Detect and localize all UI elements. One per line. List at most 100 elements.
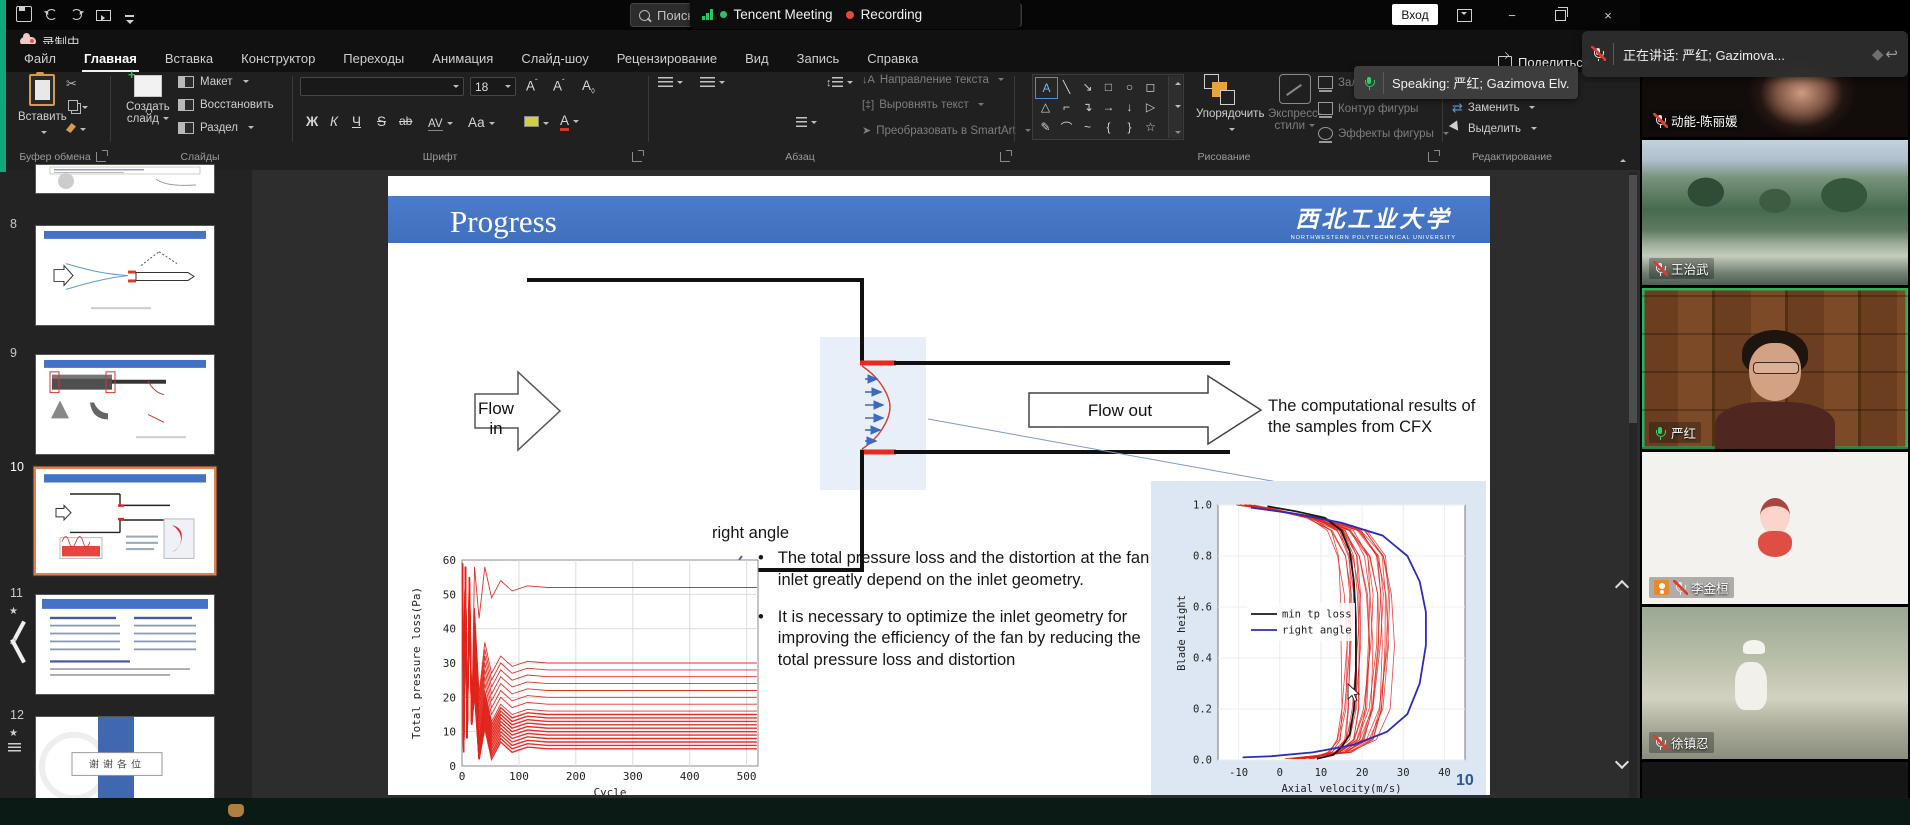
clear-formatting-button[interactable]: A◊ <box>582 78 595 96</box>
shrink-font-button[interactable]: Aˇ <box>553 78 565 94</box>
shape-glyph-17[interactable]: } <box>1119 117 1140 137</box>
shape-glyph-1[interactable]: A <box>1035 77 1058 99</box>
shape-glyph-12[interactable]: ▷ <box>1140 97 1161 117</box>
slide-7-thumbnail-partial[interactable] <box>36 165 214 193</box>
participant-tile-王治武[interactable]: 王治武 <box>1642 140 1908 285</box>
redo-icon[interactable] <box>71 9 82 20</box>
tencent-meeting-pill[interactable]: Tencent Meeting Recording <box>690 0 1020 29</box>
shape-glyph-16[interactable]: { <box>1098 117 1119 137</box>
quick-styles-button[interactable]: Экспресс- стили <box>1268 74 1322 132</box>
align-text-button[interactable]: [‡]Выровнять текст <box>862 99 984 111</box>
slide-8-thumbnail[interactable] <box>36 226 214 325</box>
text-highlight-button[interactable] <box>524 114 549 132</box>
slide-10-thumbnail[interactable] <box>36 469 214 573</box>
collapse-ribbon-icon[interactable] <box>1620 156 1626 162</box>
clipboard-dialog-launcher-icon[interactable] <box>96 152 106 162</box>
customize-qat-icon[interactable] <box>125 15 134 17</box>
scroll-up-button[interactable] <box>1613 576 1630 593</box>
arrange-button[interactable]: Упорядочить <box>1196 74 1264 138</box>
tab-Файл[interactable]: Файл <box>10 44 70 72</box>
columns-button[interactable] <box>796 117 817 129</box>
numbering-button[interactable] <box>700 77 725 89</box>
font-size-combo[interactable]: 18 <box>470 77 516 96</box>
undo-icon[interactable] <box>46 9 57 20</box>
cut-button[interactable]: ✂ <box>66 76 77 92</box>
font-dialog-launcher-icon[interactable] <box>632 152 642 162</box>
tab-Анимация[interactable]: Анимация <box>418 44 507 72</box>
italic-button[interactable]: К <box>330 114 338 129</box>
paste-button[interactable]: Вставить <box>18 74 67 141</box>
shape-glyph-5[interactable]: ○ <box>1119 77 1140 97</box>
shape-glyph-3[interactable]: ↘ <box>1077 77 1098 97</box>
shape-glyph-10[interactable]: → <box>1098 97 1119 117</box>
shape-glyph-4[interactable]: □ <box>1098 77 1119 97</box>
tab-Главная[interactable]: Главная <box>70 44 151 72</box>
shapes-scroll-down-icon[interactable] <box>1175 105 1181 111</box>
participant-tile-严红[interactable]: 严红 <box>1642 288 1908 449</box>
tab-Переходы[interactable]: Переходы <box>329 44 418 72</box>
restore-button[interactable] <box>1550 7 1570 23</box>
shape-outline-button[interactable]: Контур фигуры <box>1318 102 1418 115</box>
bullets-button[interactable] <box>658 77 683 89</box>
text-direction-button[interactable]: ↓AНаправление текста <box>862 74 1004 86</box>
slide-11-thumbnail[interactable] <box>36 595 214 694</box>
convert-smartart-button[interactable]: ➤Преобразовать в SmartArt <box>862 124 1031 137</box>
character-spacing-button[interactable]: AV <box>428 114 453 132</box>
bold-button[interactable]: Ж <box>306 114 318 129</box>
reset-button[interactable]: Восстановить <box>178 99 274 111</box>
tab-Конструктор[interactable]: Конструктор <box>227 44 329 72</box>
underline-button[interactable]: Ч <box>352 114 361 129</box>
save-icon[interactable] <box>16 6 32 22</box>
minimize-button[interactable]: − <box>1502 7 1522 23</box>
grow-font-button[interactable]: Aˆ <box>526 78 538 94</box>
tab-Вставка[interactable]: Вставка <box>151 44 227 72</box>
select-button[interactable]: Выделить <box>1452 122 1537 136</box>
reaction-icon[interactable] <box>228 804 244 817</box>
tab-Рецензирование[interactable]: Рецензирование <box>603 44 731 72</box>
change-case-button[interactable]: Аа <box>468 114 495 132</box>
shapes-scroll-up-icon[interactable] <box>1175 79 1181 85</box>
format-painter-button[interactable] <box>66 120 86 138</box>
section-button[interactable]: Раздел <box>178 122 254 134</box>
start-slideshow-icon[interactable] <box>96 10 111 21</box>
shape-glyph-18[interactable]: ☆ <box>1140 117 1161 137</box>
font-color-button[interactable]: А <box>560 112 579 130</box>
tab-Запись[interactable]: Запись <box>783 44 854 72</box>
shape-glyph-2[interactable]: ╲ <box>1056 77 1077 97</box>
shape-glyph-13[interactable]: ✎ <box>1035 117 1056 137</box>
new-slide-button[interactable]: Создать слайд <box>126 75 170 125</box>
shapes-more-icon[interactable] <box>1175 131 1181 137</box>
drawing-dialog-launcher-icon[interactable] <box>1428 152 1438 162</box>
shape-glyph-14[interactable]: ⌒ <box>1056 117 1077 137</box>
current-slide[interactable]: Progress 西北工业大学 NORTHWESTERN POLYTECHNIC… <box>388 176 1490 795</box>
shape-glyph-8[interactable]: ⌐ <box>1056 97 1077 117</box>
participant-tile-李金桓[interactable]: 李金桓 <box>1642 452 1908 604</box>
shape-glyph-6[interactable]: ◻ <box>1140 77 1161 97</box>
replace-button[interactable]: ⇄Заменить <box>1452 100 1535 116</box>
slide-scrollbar-thumb[interactable] <box>1629 175 1637 423</box>
tab-Вид[interactable]: Вид <box>731 44 783 72</box>
strikethrough-button[interactable]: S <box>377 114 386 129</box>
sign-in-button[interactable]: Вход <box>1392 4 1438 25</box>
tab-Слайд-шоу[interactable]: Слайд-шоу <box>507 44 602 72</box>
shapes-gallery[interactable]: A╲↘□○◻ △⌐↴→↓▷ ✎⌒~{}☆ <box>1032 74 1184 140</box>
layout-button[interactable]: Макет <box>178 76 249 88</box>
ribbon-display-options-button[interactable] <box>1454 7 1474 23</box>
close-button[interactable]: × <box>1598 7 1618 23</box>
shape-effects-button[interactable]: Эффекты фигуры <box>1318 127 1449 140</box>
copy-button[interactable] <box>68 98 88 116</box>
shape-glyph-9[interactable]: ↴ <box>1077 97 1098 117</box>
slide-9-thumbnail[interactable] <box>36 355 214 454</box>
tab-Справка[interactable]: Справка <box>853 44 932 72</box>
shape-glyph-15[interactable]: ~ <box>1077 117 1098 137</box>
toast-arrows-icon[interactable]: ◆↩ <box>1872 45 1898 63</box>
participant-tile-hidden-5[interactable] <box>1642 762 1908 798</box>
font-name-combo[interactable] <box>300 77 464 96</box>
paragraph-dialog-launcher-icon[interactable] <box>1000 152 1010 162</box>
participant-tile-徐镇忍[interactable]: 徐镇忍 <box>1642 607 1908 759</box>
shape-glyph-11[interactable]: ↓ <box>1119 97 1140 117</box>
scroll-down-button[interactable] <box>1613 755 1630 772</box>
shape-glyph-7[interactable]: △ <box>1035 97 1056 117</box>
text-shadow-button[interactable]: ab <box>399 114 412 128</box>
line-spacing-button[interactable]: ↕ <box>826 77 853 89</box>
